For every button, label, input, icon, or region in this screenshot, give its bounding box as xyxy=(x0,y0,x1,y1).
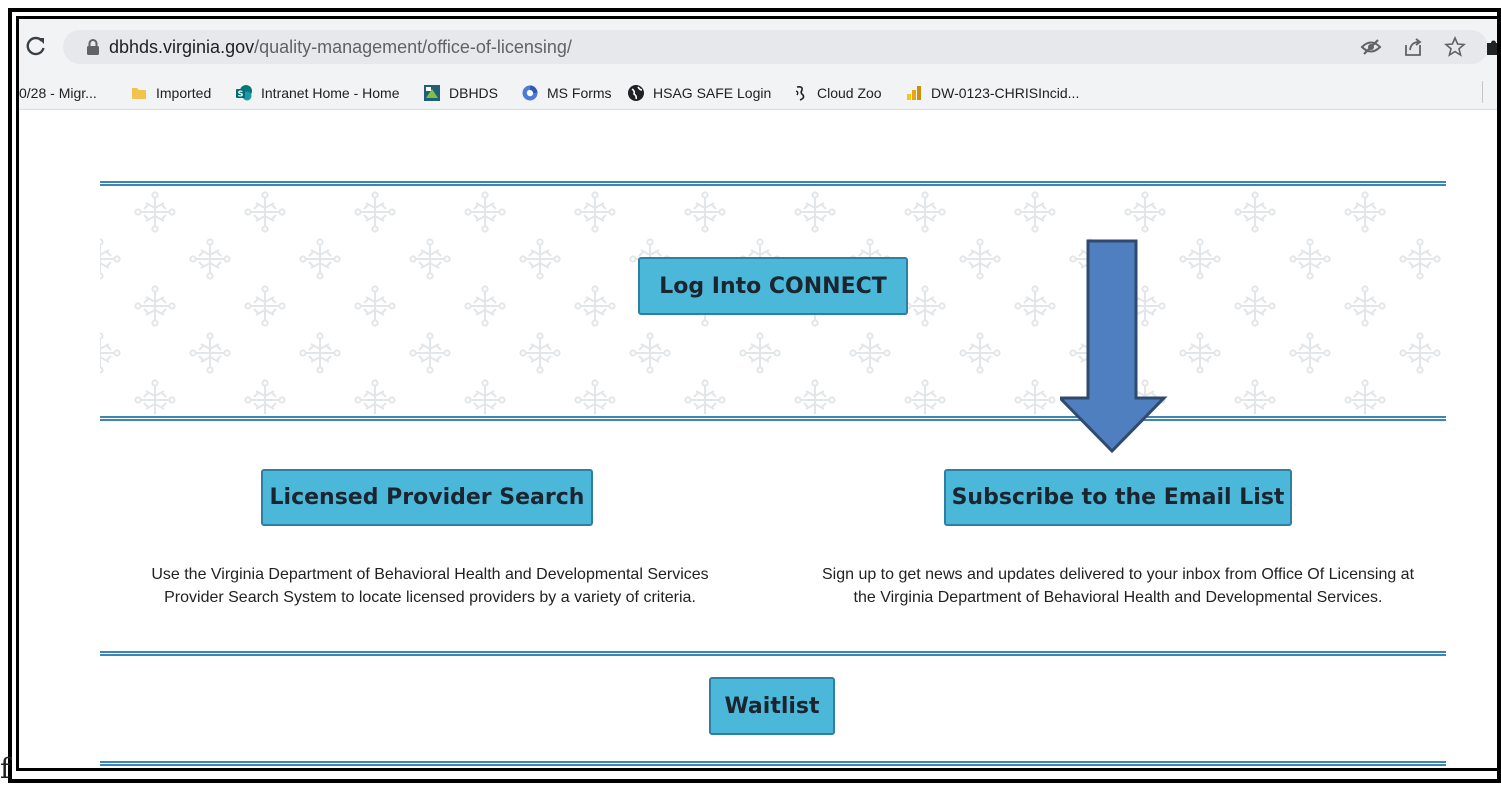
screenshot-inner-border xyxy=(16,16,1501,771)
screenshot-frame: dbhds.virginia.gov/quality-management/of… xyxy=(0,0,1501,785)
stray-text: f xyxy=(0,752,11,785)
